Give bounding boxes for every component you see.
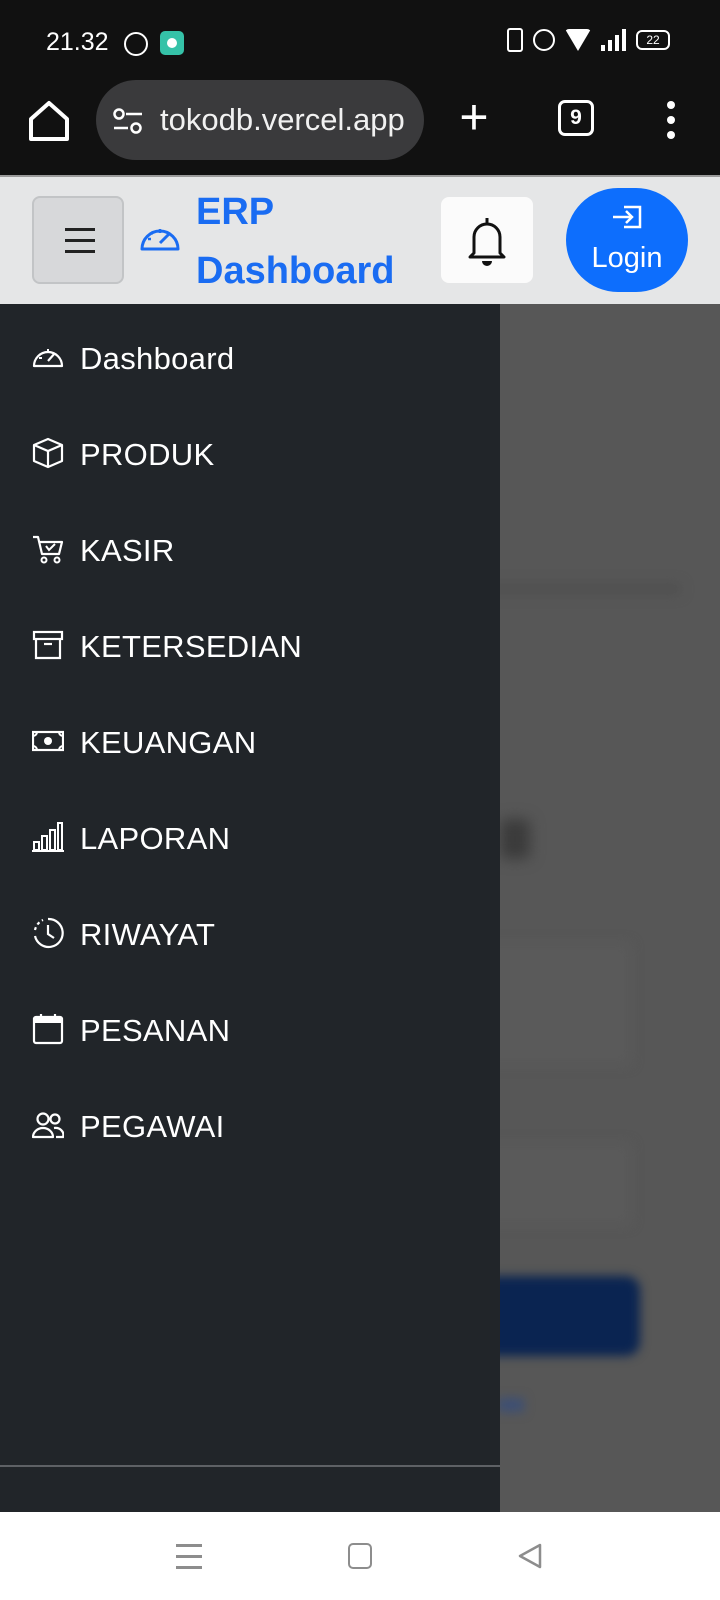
status-bar: 21.32 22 [0,0,720,78]
sidebar-item-label: PRODUK [80,437,215,472]
wifi-icon [565,29,591,51]
browser-toolbar: tokodb.vercel.app + 9 [0,78,720,175]
battery-icon: 22 [636,30,670,50]
sidebar-item-ketersedian[interactable]: KETERSEDIAN [0,597,500,693]
sidebar-item-label: KEUANGAN [80,725,257,760]
backdrop-divider [480,584,680,594]
sidebar-item-label: Dashboard [80,341,235,376]
login-button[interactable]: Login [566,188,688,292]
sidebar-item-pegawai[interactable]: PEGAWAI [0,1077,500,1173]
sidebar-item-label: PEGAWAI [80,1109,225,1144]
calendar-icon [32,1014,64,1045]
speedometer-icon [140,229,180,251]
home-icon[interactable] [26,98,72,144]
backdrop-input [480,944,630,1064]
box-icon [32,437,64,469]
bar-chart-icon [32,822,64,852]
sidebar-item-label: RIWAYAT [80,917,216,952]
sidebar: Dashboard PRODUK KASIR KETERSEDIAN KEUAN… [0,304,500,1512]
sidebar-item-riwayat[interactable]: RIWAYAT [0,885,500,981]
archive-icon [32,630,64,660]
sidebar-item-produk[interactable]: PRODUK [0,405,500,501]
tab-switcher-button[interactable]: 9 [558,100,594,136]
notification-button[interactable] [441,197,533,283]
sidebar-item-laporan[interactable]: LAPORAN [0,789,500,885]
box-arrow-in-right-icon [613,205,642,229]
system-nav-bar [0,1512,720,1600]
sidebar-item-dashboard[interactable]: Dashboard [0,309,500,405]
back-icon[interactable] [516,1542,544,1570]
app-notification-icon [160,31,184,55]
site-settings-icon[interactable] [112,106,144,136]
address-bar[interactable]: tokodb.vercel.app [96,80,424,160]
login-label: Login [591,242,663,274]
people-icon [32,1112,64,1139]
sidebar-item-keuangan[interactable]: KEUANGAN [0,693,500,789]
new-tab-button[interactable]: + [454,92,494,142]
url-text[interactable]: tokodb.vercel.app [160,102,410,138]
cart-icon [33,535,64,564]
sidebar-item-label: KETERSEDIAN [80,629,303,664]
home-square-icon[interactable] [348,1543,372,1569]
more-menu-icon[interactable] [664,98,678,142]
sidebar-item-kasir[interactable]: KASIR [0,501,500,597]
sidebar-toggle-button[interactable] [32,196,124,284]
recent-apps-icon[interactable] [176,1544,202,1569]
sidebar-item-pesanan[interactable]: PESANAN [0,981,500,1077]
alarm-icon [533,29,555,51]
signal-icon [601,29,626,51]
bell-icon [468,218,506,266]
sidebar-item-label: KASIR [80,533,175,568]
sidebar-divider [0,1465,500,1467]
status-icons: 22 [507,28,670,52]
clock-history-icon [33,917,64,949]
cash-icon [32,730,64,752]
sidebar-item-label: LAPORAN [80,821,231,856]
status-time: 21.32 [46,28,109,56]
sidebar-item-label: PESANAN [80,1013,231,1048]
backdrop-link [498,1398,524,1412]
vibrate-icon [507,28,523,52]
app-navbar: ERP Dashboard Login [0,175,720,304]
brand-title[interactable]: ERP Dashboard [196,183,396,301]
backdrop-input-2 [480,1144,630,1224]
backdrop-heading [500,819,530,859]
whatsapp-icon [124,32,148,56]
speedometer-icon [32,349,64,368]
